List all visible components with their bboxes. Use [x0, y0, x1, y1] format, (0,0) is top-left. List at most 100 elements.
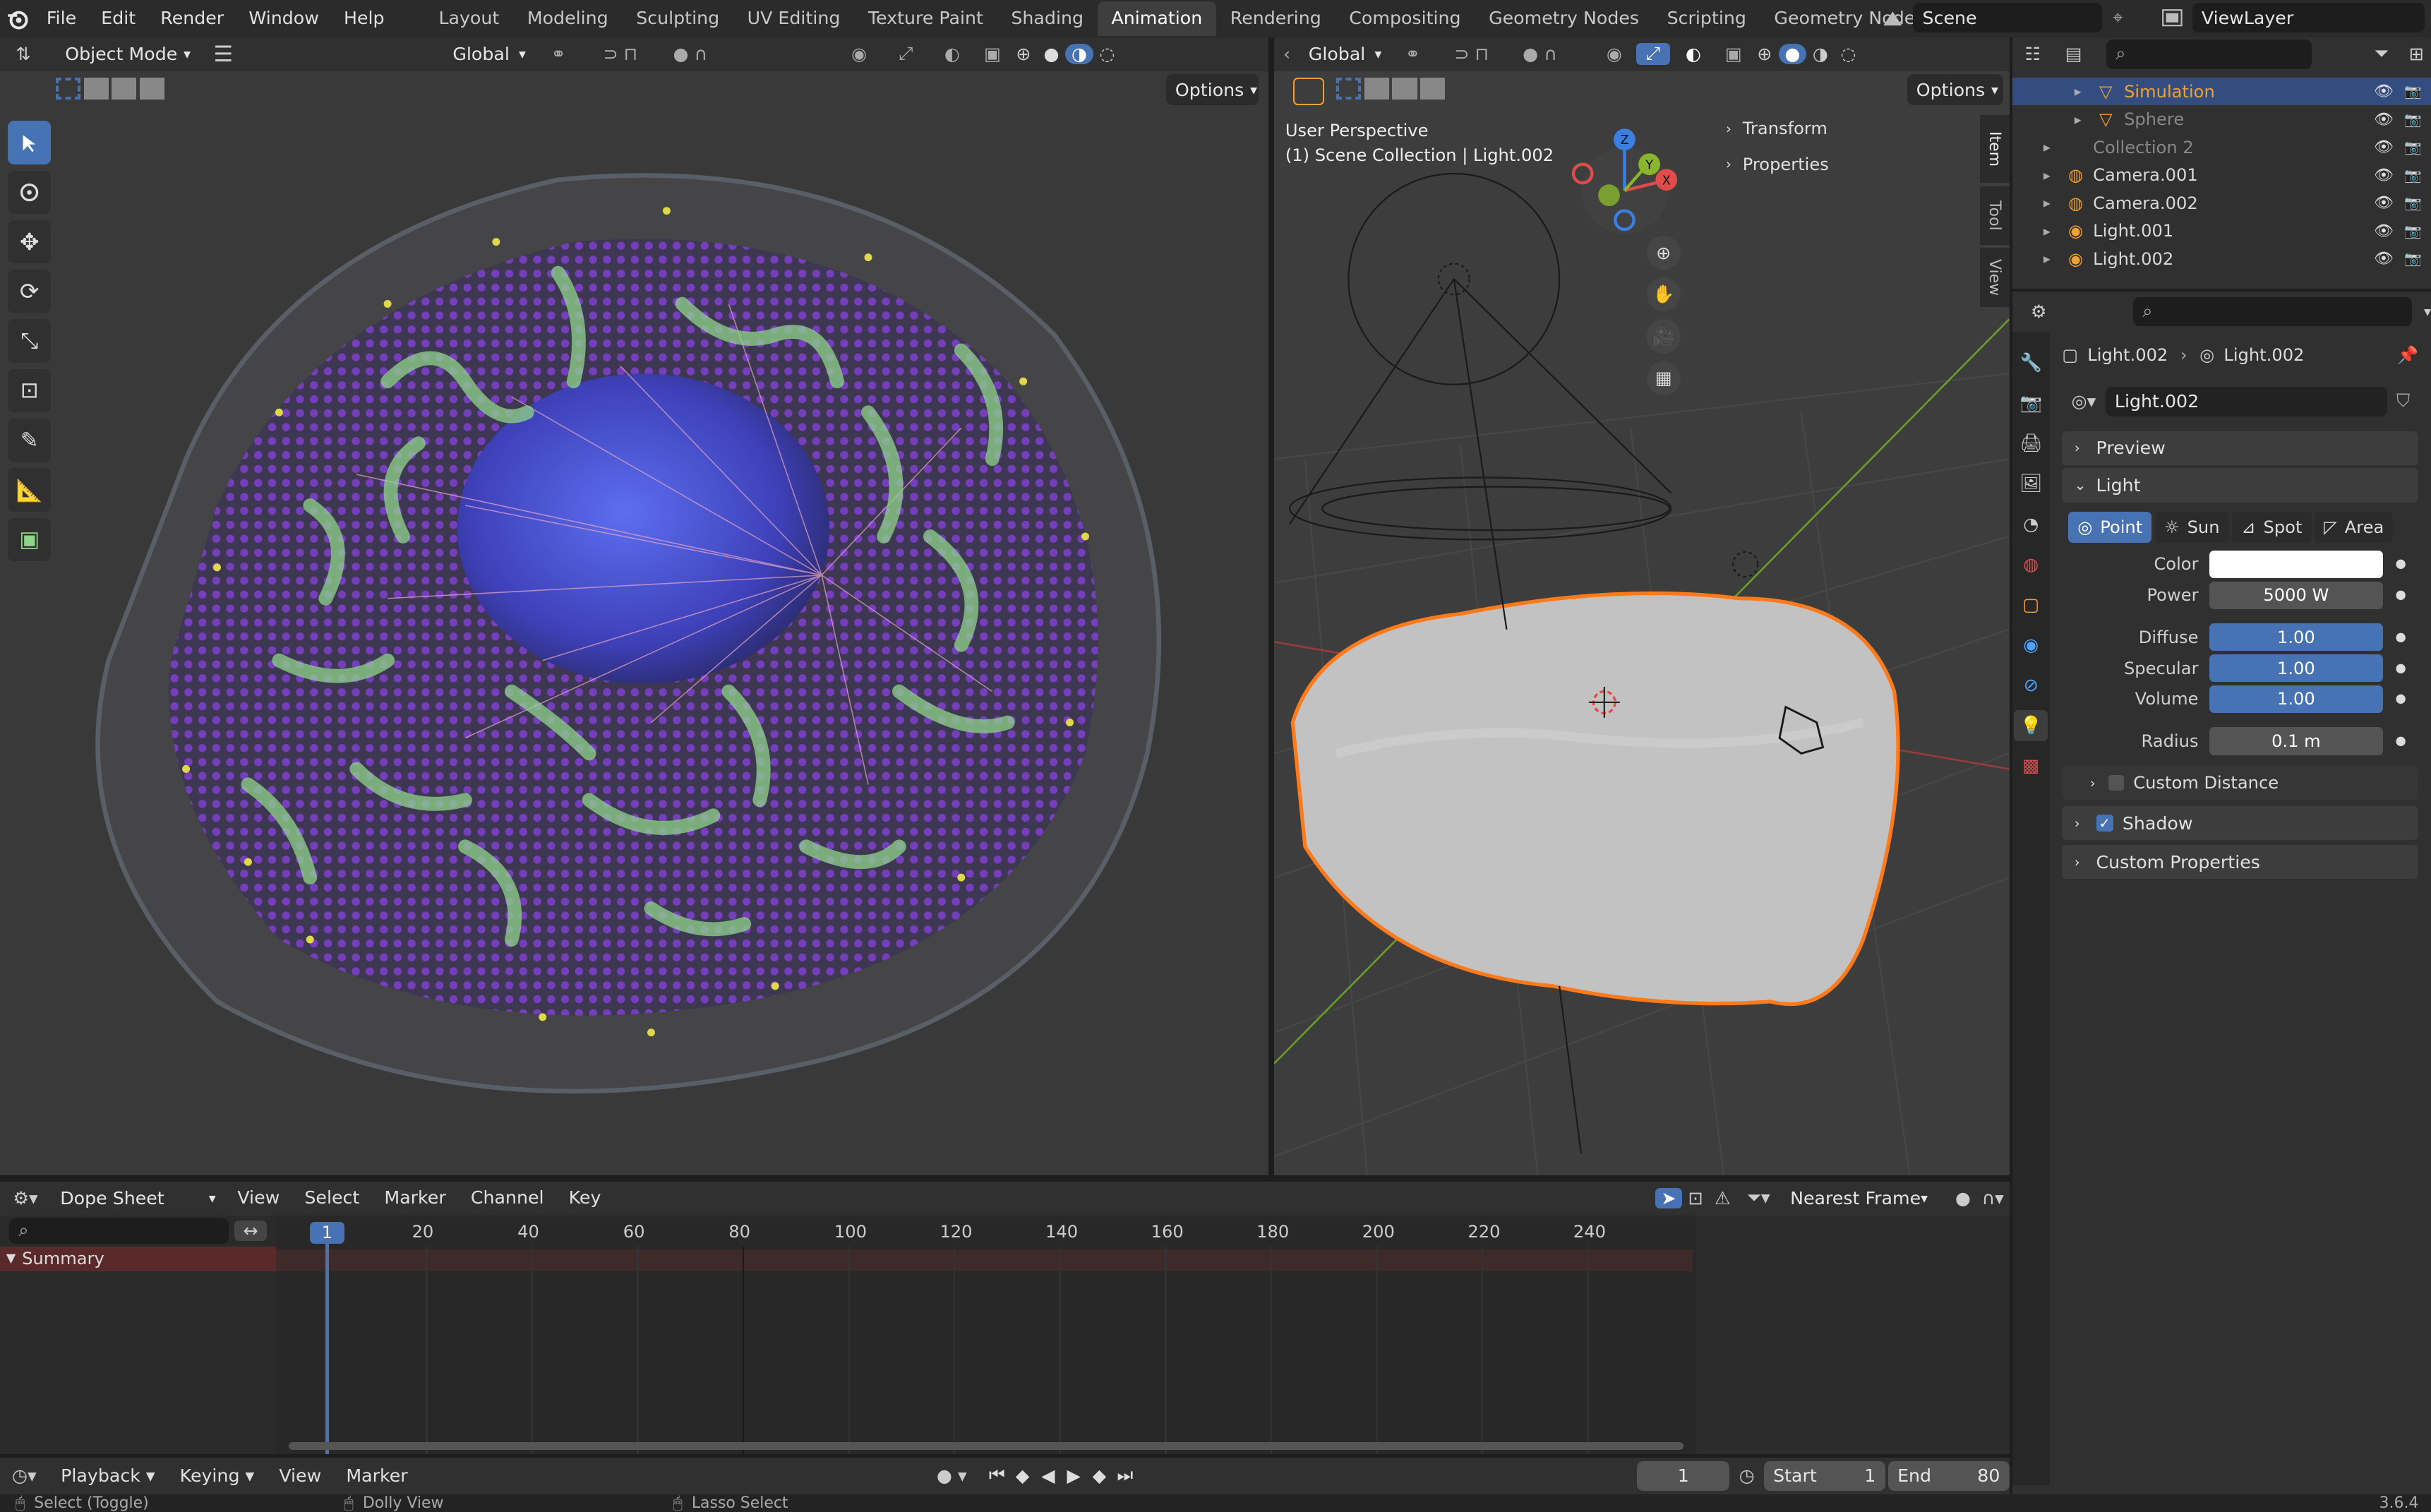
ds-falloff-icon[interactable]: ∩▾: [1976, 1188, 2010, 1208]
render-camera-icon[interactable]: 📷: [2404, 223, 2422, 239]
light-data-tab-icon[interactable]: 💡: [2014, 709, 2048, 741]
rotate-tool-icon[interactable]: ⟳: [7, 270, 52, 313]
tab-geometry-nodes[interactable]: Geometry Nodes: [1475, 1, 1653, 35]
play-icon[interactable]: ▶: [1061, 1465, 1086, 1486]
section-light[interactable]: ⌄ Light: [2062, 468, 2419, 503]
shading-material-icon[interactable]: ◑: [1065, 44, 1093, 65]
render-camera-icon[interactable]: 📷: [2404, 167, 2422, 184]
ds-select-icon[interactable]: ➤: [1655, 1188, 1683, 1209]
right-xray-icon[interactable]: ▣: [1717, 44, 1751, 64]
section-preview[interactable]: › Preview: [2062, 431, 2419, 465]
snap-mode-dropdown[interactable]: Nearest Frame ▾: [1780, 1182, 1938, 1214]
right-viewport[interactable]: Options ▾ User Perspective (1) Scene Coll…: [1274, 71, 2010, 1175]
right-material-icon[interactable]: ◑: [1806, 44, 1835, 64]
annotate-tool-icon[interactable]: ✎: [7, 419, 52, 462]
light-datablock-icon[interactable]: ◎▾: [2062, 391, 2106, 412]
display-mode-icon[interactable]: ▤: [2053, 44, 2094, 64]
npanel-properties[interactable]: › Properties: [1715, 145, 1978, 183]
menu-help[interactable]: Help: [331, 0, 397, 37]
ds-menu-channel[interactable]: Channel: [458, 1180, 556, 1217]
tab-rendering[interactable]: Rendering: [1216, 1, 1335, 35]
physics-tab-icon[interactable]: ◉: [2023, 630, 2039, 661]
volume-keyframe-icon[interactable]: ●: [2395, 692, 2406, 706]
left-viewport[interactable]: Options ▾ ✥ ⟳ ⤡ ⊡ ✎ 📐 ▣: [0, 71, 1268, 1175]
left-options-button[interactable]: Options ▾: [1165, 74, 1259, 106]
select-box-tool-icon[interactable]: [7, 121, 52, 164]
power-keyframe-icon[interactable]: ●: [2395, 588, 2406, 602]
tab-shading[interactable]: Shading: [997, 1, 1098, 35]
render-camera-icon[interactable]: 📷: [2404, 139, 2422, 155]
ds-box-select-icon[interactable]: ⊡: [1682, 1188, 1709, 1208]
diffuse-slider[interactable]: 1.00: [2209, 623, 2383, 652]
menu-file[interactable]: File: [34, 0, 88, 37]
timeline-editor-icon[interactable]: ◷▾: [0, 1465, 49, 1486]
outliner-row[interactable]: ▸ ◉ Light.002 👁 📷: [2012, 245, 2431, 273]
scene-name[interactable]: Scene: [1913, 3, 2103, 33]
cursor-tool-icon[interactable]: [7, 170, 52, 215]
jump-end-icon[interactable]: ⏭: [1112, 1465, 1138, 1487]
custom-distance-subpanel[interactable]: › Custom Distance: [2062, 765, 2419, 800]
next-key-icon[interactable]: ◆: [1086, 1465, 1112, 1486]
viewlayer-selector[interactable]: ViewLayer: [2152, 3, 2425, 33]
light-type-point-button[interactable]: ◎ Point: [2068, 511, 2152, 543]
shading-rendered-icon[interactable]: ◌: [1093, 44, 1122, 64]
tab-scripting[interactable]: Scripting: [1653, 1, 1760, 35]
outliner-row[interactable]: ▸ Collection 2 👁 📷: [2012, 133, 2431, 162]
pan-hand-icon[interactable]: ✋: [1646, 277, 1681, 312]
tab-animation[interactable]: Animation: [1097, 1, 1217, 36]
render-camera-icon[interactable]: 📷: [2404, 195, 2422, 211]
output-tab-icon[interactable]: 🖨: [2019, 428, 2042, 459]
visibility-eye-icon[interactable]: 👁: [2374, 138, 2394, 156]
fake-user-icon[interactable]: ⛉: [2387, 390, 2418, 412]
world-tab-icon[interactable]: ◍: [2023, 548, 2039, 580]
xray-icon[interactable]: ▣: [976, 44, 1009, 64]
outliner-row[interactable]: ▸ ◍ Camera.002 👁 📷: [2012, 189, 2431, 217]
right-transform-dropdown[interactable]: Global ▾: [1299, 38, 1391, 70]
viewlayer-name[interactable]: ViewLayer: [2192, 3, 2425, 33]
transform-orientation-dropdown[interactable]: Global ▾: [443, 38, 536, 70]
camera-view-icon[interactable]: 🎥: [1646, 319, 1681, 354]
outliner-row[interactable]: ▸ ▽ Simulation 👁 📷: [2012, 77, 2431, 106]
tab-compositing[interactable]: Compositing: [1335, 1, 1475, 35]
current-frame-indicator[interactable]: 1: [310, 1221, 344, 1244]
scale-tool-icon[interactable]: ⤡: [7, 319, 52, 363]
right-overlay-icon[interactable]: ◐: [1670, 44, 1717, 64]
tool-select-box-icon[interactable]: [1292, 77, 1324, 106]
editor-type-icon[interactable]: ⇅: [0, 44, 47, 64]
constraints-tab-icon[interactable]: ⊘: [2024, 670, 2039, 701]
light-type-area-button[interactable]: ◸ Area: [2314, 511, 2394, 543]
keyframe-region[interactable]: 20 40 60 80 100 120 140 160 180 200 220 240 1: [275, 1216, 1696, 1455]
select-mode-buttons[interactable]: [56, 77, 186, 102]
outliner-search-input[interactable]: ⌕: [2106, 40, 2312, 69]
outliner-editor-icon[interactable]: ☷: [2012, 44, 2053, 64]
visibility-eye-icon[interactable]: 👁: [2374, 83, 2394, 100]
render-camera-icon[interactable]: 📷: [2404, 112, 2422, 128]
tool-tab-icon[interactable]: 🔧: [2020, 347, 2042, 378]
ds-warning-icon[interactable]: ⚠: [1709, 1188, 1736, 1208]
expand-arrow-icon[interactable]: ▸: [2043, 223, 2068, 239]
datablock-name-field[interactable]: Light.002: [2105, 386, 2388, 416]
tab-tool[interactable]: Tool: [1979, 186, 2010, 246]
volume-slider[interactable]: 1.00: [2209, 685, 2383, 714]
snap-icon[interactable]: ⊃ ⊓: [582, 44, 659, 64]
scene-tab-icon[interactable]: ◔: [2023, 508, 2039, 539]
jump-start-icon[interactable]: ⏮: [984, 1465, 1009, 1487]
right-wireframe-icon[interactable]: ⊕: [1751, 44, 1779, 64]
prev-key-icon[interactable]: ◆: [1009, 1465, 1035, 1486]
tab-item[interactable]: Item: [1979, 114, 2010, 184]
pivot-icon[interactable]: ⚭: [535, 44, 582, 64]
add-cube-tool-icon[interactable]: ▣: [7, 517, 52, 562]
tl-menu-view[interactable]: View: [267, 1458, 334, 1495]
menu-edit[interactable]: Edit: [89, 0, 148, 37]
visibility-eye-icon[interactable]: 👁: [2374, 167, 2394, 184]
light-type-sun-button[interactable]: ☼ Sun: [2154, 511, 2229, 543]
dopesheet-mode-dropdown[interactable]: Dope Sheet ▾: [51, 1182, 225, 1214]
tl-menu-marker[interactable]: Marker: [334, 1458, 420, 1495]
preview-range-icon[interactable]: ◷: [1729, 1465, 1763, 1486]
section-shadow[interactable]: › ✓ Shadow: [2062, 806, 2419, 841]
gizmo-icon[interactable]: ⤢: [882, 43, 929, 65]
move-tool-icon[interactable]: ✥: [7, 220, 52, 264]
auto-key-icon[interactable]: ● ▾: [932, 1465, 972, 1486]
ds-menu-view[interactable]: View: [225, 1180, 292, 1217]
diffuse-keyframe-icon[interactable]: ●: [2395, 630, 2406, 644]
